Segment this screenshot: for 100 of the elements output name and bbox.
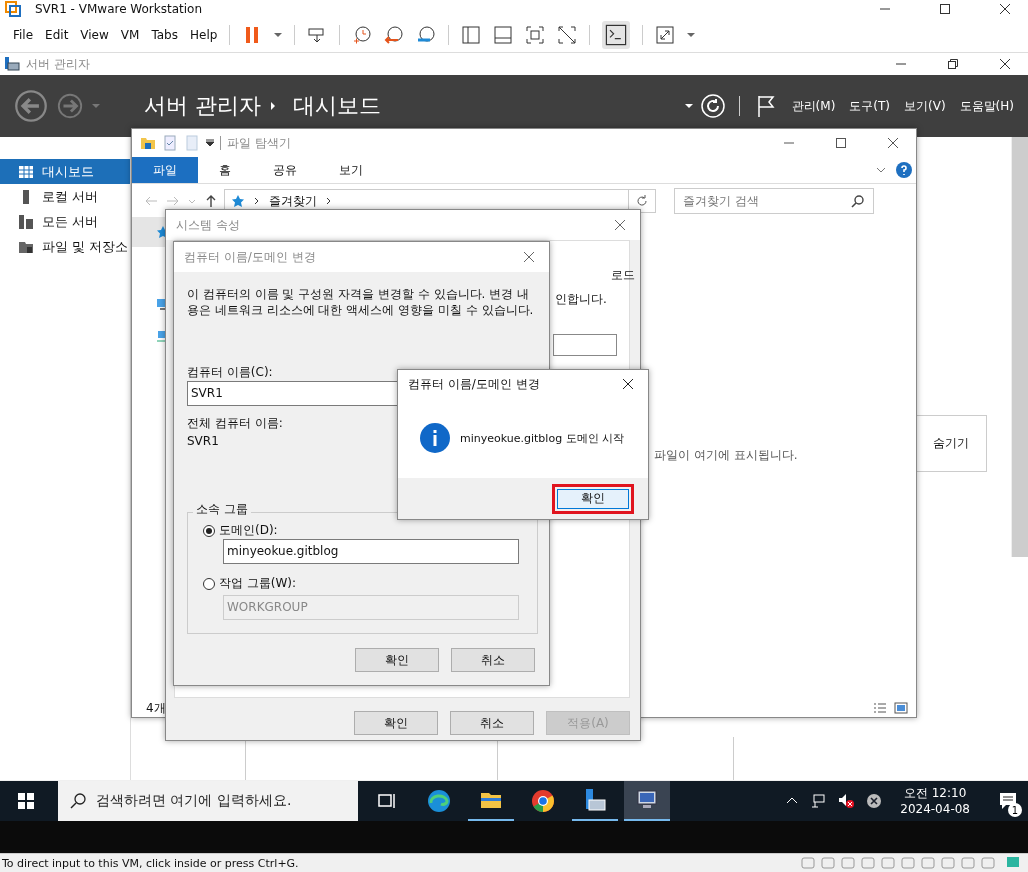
info-text: 인합니다.	[555, 291, 607, 308]
dialog-button[interactable]: 취소	[451, 648, 535, 672]
star-icon	[231, 194, 245, 208]
maximize-icon[interactable]	[940, 4, 950, 14]
menu-item[interactable]: Edit	[45, 28, 69, 42]
address-text[interactable]: 즐겨찾기	[269, 192, 317, 210]
breadcrumb-item[interactable]: 서버 관리자	[144, 91, 261, 121]
scrollbar[interactable]	[1011, 137, 1028, 557]
grid-icon	[18, 163, 34, 180]
dropdown-icon[interactable]	[687, 31, 696, 39]
dropdown-icon[interactable]	[684, 102, 693, 110]
clock-time[interactable]: 오전 12:10	[903, 785, 967, 801]
revert-icon[interactable]	[384, 25, 405, 45]
dropdown-icon[interactable]	[206, 139, 214, 147]
close-icon[interactable]	[622, 378, 634, 390]
sidebar-item[interactable]: 파일 및 저장소	[0, 234, 130, 259]
server-manager-icon	[4, 56, 20, 72]
status-text: To direct input to this VM, click inside or press Ctrl+G.	[2, 856, 299, 870]
close-icon[interactable]	[1000, 59, 1010, 69]
start-icon[interactable]	[18, 793, 34, 809]
field-label: 전체 컴퓨터 이름:	[187, 415, 283, 432]
notification-count: 1	[1008, 803, 1022, 817]
description-text: 이 컴퓨터의 이름 및 구성원 자격을 변경할 수 있습니다. 변경 내용은 네트워크 리소스에 대한 액세스에 영향을 미칠 수 있습니다.	[187, 286, 535, 318]
menu-item[interactable]: Help	[189, 28, 218, 42]
breadcrumb-item: 대시보드	[293, 92, 381, 120]
folder-icon	[140, 135, 156, 151]
menu-item[interactable]: 도구(T)	[849, 97, 891, 115]
ribbon-tab[interactable]: 공유	[252, 157, 318, 183]
network-icon[interactable]	[810, 793, 827, 809]
tab-label[interactable]: 로드	[611, 267, 635, 284]
dialog-title: 컴퓨터 이름/도메인 변경	[184, 248, 316, 266]
text-field[interactable]: minyeokue.gitblog	[223, 539, 519, 564]
menu-item[interactable]: VM	[120, 28, 140, 42]
message-text: minyeokue.gitblog 도메인 시작	[460, 430, 625, 446]
up-icon[interactable]	[204, 194, 218, 208]
server-icon	[583, 788, 607, 812]
empty-message: 파일이 여기에 표시됩니다.	[654, 447, 798, 464]
help-icon[interactable]	[896, 162, 912, 178]
snapshot-manager-icon[interactable]	[416, 25, 437, 45]
window-title: SVR1 - VMware Workstation	[35, 2, 203, 16]
menu-item[interactable]: File	[13, 28, 34, 42]
menu-item[interactable]: 관리(M)	[791, 97, 836, 115]
menu-item[interactable]: Tabs	[151, 28, 178, 42]
clock-date[interactable]: 2024-04-08	[900, 801, 970, 817]
ribbon-tab[interactable]: 파일	[132, 157, 198, 183]
notification-button[interactable]: 1	[988, 781, 1028, 821]
radio-button[interactable]	[203, 524, 215, 537]
sidebar-icon[interactable]	[461, 25, 482, 45]
taskbar-app[interactable]	[624, 781, 670, 821]
hide-button[interactable]: 숨기기	[933, 435, 969, 452]
sidebar-item[interactable]: 대시보드	[0, 159, 130, 184]
dialog-button[interactable]: 확인	[355, 648, 439, 672]
menu-item[interactable]: 보기(V)	[904, 97, 946, 115]
chevron-down-icon[interactable]	[876, 165, 886, 175]
menu-item[interactable]: 도움말(H)	[959, 97, 1014, 115]
wave-logo-icon	[427, 789, 451, 813]
app-logo-icon	[5, 1, 21, 17]
snapshot-icon[interactable]	[352, 25, 373, 45]
muted-speaker-icon[interactable]	[838, 793, 855, 809]
radio-label[interactable]: 도메인(D):	[219, 522, 278, 539]
dialog-button[interactable]: 확인	[354, 711, 438, 735]
close-icon[interactable]	[888, 138, 898, 148]
info-icon	[420, 423, 450, 453]
window-title: 파일 탐색기	[227, 134, 291, 152]
panel-icon[interactable]	[493, 25, 514, 45]
chevron-right-icon[interactable]	[325, 197, 333, 205]
ribbon-tab[interactable]: 보기	[318, 157, 384, 183]
thumbnail-view-icon[interactable]	[894, 701, 908, 715]
refresh-icon	[635, 194, 649, 208]
window-title: 서버 관리자	[26, 55, 90, 73]
search-icon	[70, 793, 86, 809]
search-icon	[851, 194, 865, 208]
menu-item[interactable]: View	[80, 28, 109, 42]
restore-icon[interactable]	[948, 59, 958, 69]
properties-icon[interactable]	[162, 135, 178, 151]
console-icon[interactable]	[602, 21, 631, 49]
fullscreen-icon[interactable]	[525, 25, 546, 45]
dialog-button[interactable]: 취소	[450, 711, 534, 735]
chevron-right-icon[interactable]	[253, 197, 261, 205]
close-icon[interactable]	[1000, 4, 1010, 14]
refresh-icon[interactable]	[700, 94, 725, 118]
browser-logo-icon	[531, 789, 555, 813]
description-field[interactable]	[553, 334, 617, 356]
ok-button[interactable]: 확인	[557, 488, 629, 509]
group-title: 소속 그룹	[193, 501, 251, 518]
dropdown-icon[interactable]	[274, 31, 283, 39]
ribbon-tab[interactable]: 홈	[198, 157, 252, 183]
sidebar-item[interactable]: 로컬 서버	[0, 184, 130, 209]
unity-icon[interactable]	[557, 25, 578, 45]
field-label: 컴퓨터 이름(C):	[187, 364, 273, 381]
servers-icon	[18, 213, 34, 230]
dialog-title: 시스템 속성	[176, 216, 240, 234]
stretch-icon[interactable]	[655, 25, 676, 45]
search-field[interactable]: 즐겨찾기 검색	[674, 188, 874, 214]
maximize-icon[interactable]	[836, 138, 846, 148]
task-view-icon	[377, 791, 397, 811]
sidebar-item[interactable]: 모든 서버	[0, 209, 130, 234]
back-icon[interactable]	[14, 89, 48, 123]
error-icon[interactable]	[866, 793, 883, 809]
search-field[interactable]: 검색하려면 여기에 입력하세요.	[58, 781, 358, 821]
